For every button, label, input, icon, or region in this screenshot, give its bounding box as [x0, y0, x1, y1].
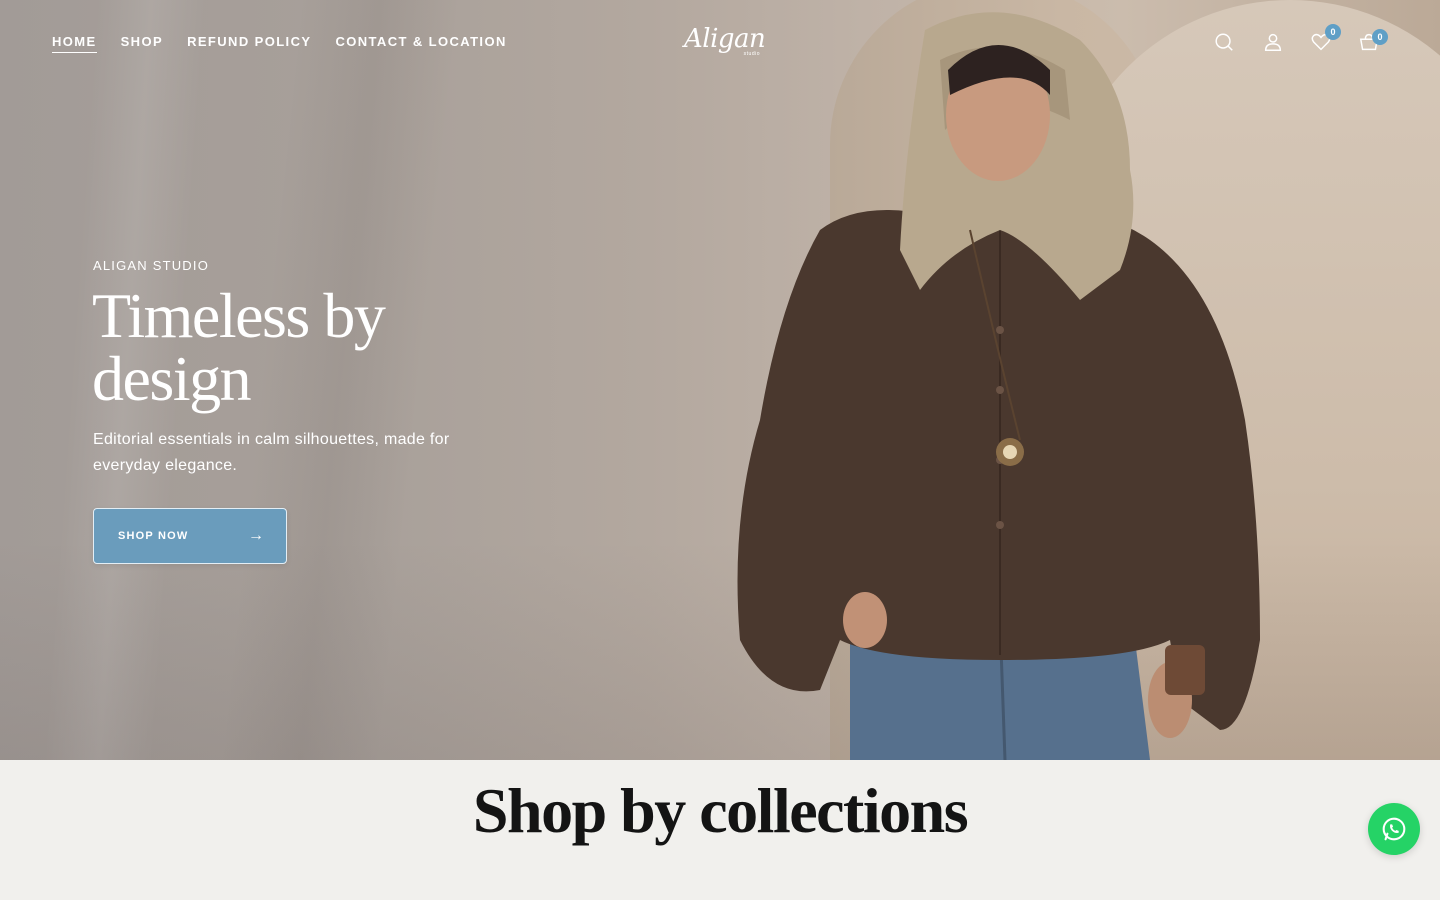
nav-refund-policy[interactable]: REFUND POLICY [187, 34, 311, 53]
header-actions: 0 0 [1210, 24, 1390, 58]
hero-subcopy: Editorial essentials in calm silhouettes… [93, 431, 450, 474]
nav-shop[interactable]: SHOP [121, 34, 163, 53]
logo-sub: studio [743, 51, 760, 57]
nav-contact-location[interactable]: CONTACT & LOCATION [335, 34, 506, 53]
shop-now-label: SHOP NOW [118, 530, 189, 542]
hero-eyebrow: ALIGAN STUDIO [93, 258, 210, 273]
main-nav: HOME SHOP REFUND POLICY CONTACT & LOCATI… [52, 34, 507, 53]
collections-title: Shop by collections [472, 775, 969, 846]
whatsapp-button[interactable] [1368, 803, 1420, 855]
search-icon[interactable] [1210, 28, 1238, 56]
whatsapp-icon [1382, 817, 1406, 841]
hero-headline: Timeless by design [92, 280, 386, 414]
logo-word: Aligan [684, 24, 766, 54]
user-icon[interactable] [1259, 28, 1287, 56]
brand-logo[interactable]: Aligan studio [684, 24, 766, 60]
nav-home[interactable]: HOME [52, 34, 97, 53]
wishlist-count-badge: 0 [1325, 24, 1341, 40]
cart-count-badge: 0 [1372, 29, 1388, 45]
shop-now-button[interactable]: SHOP NOW → [93, 508, 287, 564]
hero-model-image [700, 0, 1320, 760]
arrow-right-icon: → [248, 527, 264, 544]
